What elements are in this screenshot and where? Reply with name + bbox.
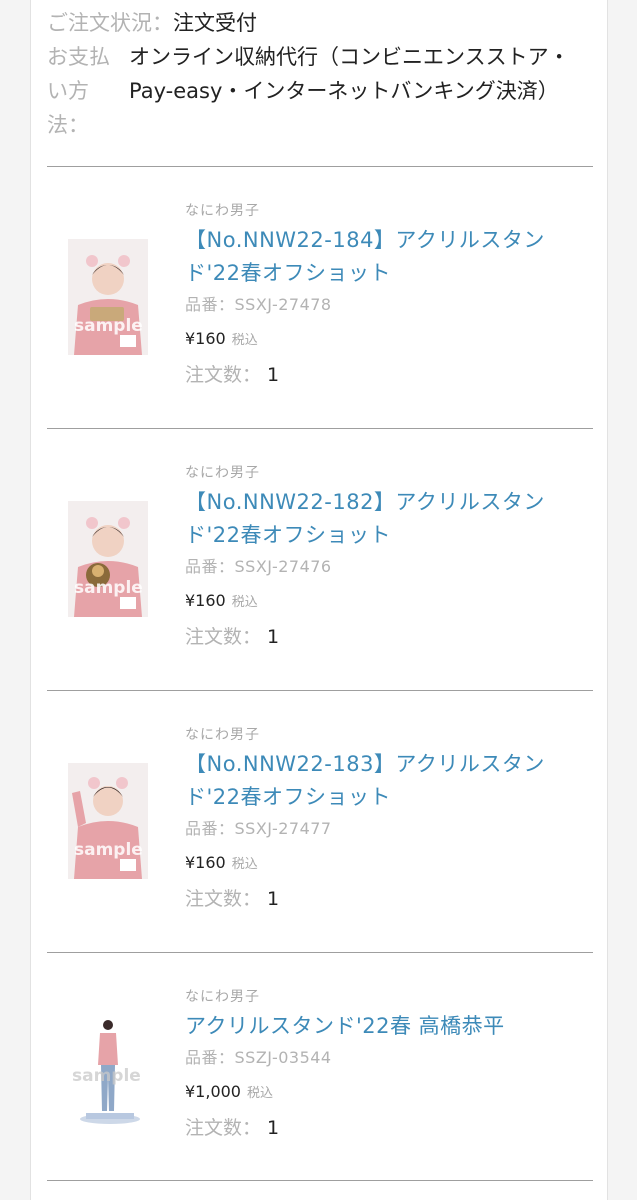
item-title-link[interactable]: 【No.NNW22-184】アクリルスタンド'22春オフショット xyxy=(185,224,595,290)
divider xyxy=(47,1180,593,1181)
tax-included-label: 税込 xyxy=(231,857,258,872)
item-qty: 1 xyxy=(267,364,280,386)
item-qty: 1 xyxy=(267,1117,280,1139)
item-code-value: SSXJ-27477 xyxy=(234,819,332,838)
item-qty: 1 xyxy=(267,626,280,648)
order-status-label: ご注文状況： xyxy=(47,11,173,35)
order-item: sample なにわ男子 【No.NNW22-183】アクリルスタンド'22春オ… xyxy=(31,691,607,931)
item-code-prefix: 品番： xyxy=(185,819,235,838)
payment-method-label: お支払い方法： xyxy=(47,45,110,137)
item-title-link[interactable]: 【No.NNW22-183】アクリルスタンド'22春オフショット xyxy=(185,748,595,814)
order-status-row: ご注文状況： 注文受付 xyxy=(47,6,593,40)
item-price-row: ¥160 税込 xyxy=(185,328,595,352)
item-text: なにわ男子 アクリルスタンド'22春 高橋恭平 品番：SSZJ-03544 ¥1… xyxy=(185,987,595,1143)
qty-label: 注文数： xyxy=(185,1117,262,1139)
item-code: 品番：SSZJ-03544 xyxy=(185,1047,595,1069)
item-qty-row: 注文数： 1 xyxy=(185,361,595,390)
item-text: なにわ男子 【No.NNW22-183】アクリルスタンド'22春オフショット 品… xyxy=(185,725,595,914)
item-code-value: SSZJ-03544 xyxy=(234,1048,332,1067)
tax-included-label: 税込 xyxy=(231,595,258,610)
item-title-link[interactable]: アクリルスタンド'22春 高橋恭平 xyxy=(185,1010,595,1043)
item-brand: なにわ男子 xyxy=(185,989,260,1005)
item-price: ¥160 xyxy=(185,591,226,610)
item-code-prefix: 品番： xyxy=(185,295,235,314)
order-item: sample なにわ男子 【No.NNW22-182】アクリルスタンド'22春オ… xyxy=(31,429,607,669)
item-qty-row: 注文数： 1 xyxy=(185,885,595,914)
product-thumbnail[interactable]: sample xyxy=(68,1015,148,1135)
item-qty: 1 xyxy=(267,888,280,910)
item-price: ¥160 xyxy=(185,853,226,872)
item-code-prefix: 品番： xyxy=(185,557,235,576)
item-price-row: ¥160 税込 xyxy=(185,852,595,876)
item-brand: なにわ男子 xyxy=(185,465,260,481)
payment-method-value: オンライン収納代行（コンビニエンスストア・Pay-easy・インターネットバンキ… xyxy=(129,45,570,103)
product-thumbnail[interactable]: sample xyxy=(68,239,148,355)
item-code: 品番：SSXJ-27477 xyxy=(185,818,595,840)
sample-watermark: sample xyxy=(74,578,143,598)
sample-watermark: sample xyxy=(74,840,143,860)
order-info: ご注文状況： 注文受付 お支払い方法： オンライン収納代行（コンビニエンスストア… xyxy=(47,6,593,142)
item-price-row: ¥1,000 税込 xyxy=(185,1081,595,1105)
product-thumbnail[interactable]: sample xyxy=(68,763,148,879)
sample-watermark: sample xyxy=(72,1066,141,1086)
payment-method-row: お支払い方法： オンライン収納代行（コンビニエンスストア・Pay-easy・イン… xyxy=(47,40,593,142)
sample-watermark: sample xyxy=(74,316,143,336)
item-price-row: ¥160 税込 xyxy=(185,590,595,614)
item-text: なにわ男子 【No.NNW22-184】アクリルスタンド'22春オフショット 品… xyxy=(185,201,595,390)
item-qty-row: 注文数： 1 xyxy=(185,1114,595,1143)
item-brand: なにわ男子 xyxy=(185,203,260,219)
order-item: sample なにわ男子 アクリルスタンド'22春 高橋恭平 品番：SSZJ-0… xyxy=(31,953,607,1193)
item-title-link[interactable]: 【No.NNW22-182】アクリルスタンド'22春オフショット xyxy=(185,486,595,552)
item-code-value: SSXJ-27476 xyxy=(234,557,332,576)
item-price: ¥160 xyxy=(185,329,226,348)
item-code: 品番：SSXJ-27476 xyxy=(185,556,595,578)
item-brand: なにわ男子 xyxy=(185,727,260,743)
item-text: なにわ男子 【No.NNW22-182】アクリルスタンド'22春オフショット 品… xyxy=(185,463,595,652)
order-detail-panel: ご注文状況： 注文受付 お支払い方法： オンライン収納代行（コンビニエンスストア… xyxy=(30,0,608,1200)
item-code-value: SSXJ-27478 xyxy=(234,295,332,314)
order-item: sample なにわ男子 【No.NNW22-184】アクリルスタンド'22春オ… xyxy=(31,167,607,407)
item-price: ¥1,000 xyxy=(185,1082,241,1101)
qty-label: 注文数： xyxy=(185,888,262,910)
product-thumbnail[interactable]: sample xyxy=(68,501,148,617)
item-code: 品番：SSXJ-27478 xyxy=(185,294,595,316)
order-status-value: 注文受付 xyxy=(173,11,257,35)
item-code-prefix: 品番： xyxy=(185,1048,235,1067)
tax-included-label: 税込 xyxy=(231,333,258,348)
qty-label: 注文数： xyxy=(185,626,262,648)
item-qty-row: 注文数： 1 xyxy=(185,623,595,652)
tax-included-label: 税込 xyxy=(246,1086,273,1101)
qty-label: 注文数： xyxy=(185,364,262,386)
